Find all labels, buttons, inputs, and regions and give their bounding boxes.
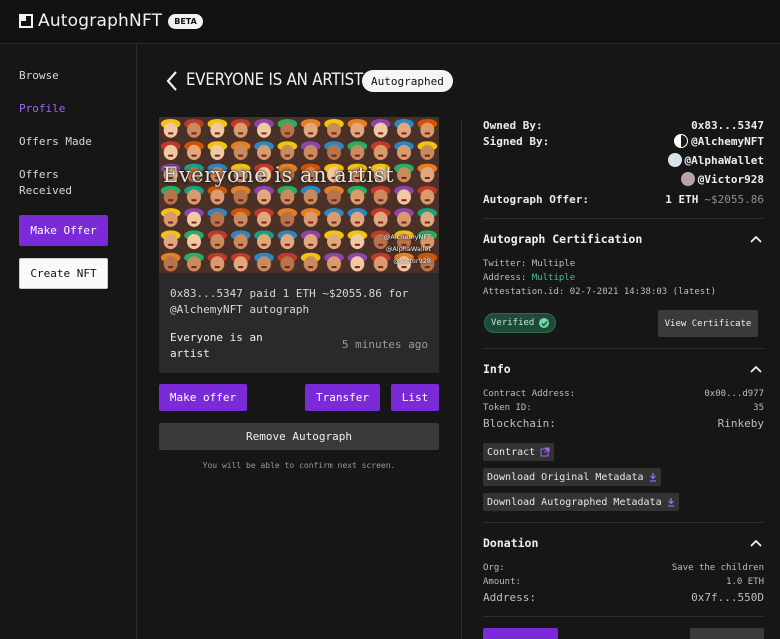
page-title: EVERYONE IS AN ARTIST — [186, 70, 363, 90]
contract-link[interactable]: Contract — [483, 443, 555, 461]
check-icon — [539, 318, 550, 328]
alchemy-avatar-icon — [674, 134, 689, 148]
nft-name: Everyone is an artist — [170, 330, 290, 362]
nft-artwork: Everyone is an artist @AlchemyNFT @Alpha… — [159, 117, 439, 273]
artwork-signature: @Victor928 — [393, 257, 431, 265]
sidebar-item-offers-received[interactable]: Offers Received — [19, 167, 72, 199]
sale-description: 0x83...5347 paid 1 ETH ~$2055.86 for @Al… — [170, 286, 430, 318]
sidebar-item-label: Offers — [19, 168, 59, 181]
make-offer-button[interactable]: Make Offer — [19, 215, 108, 246]
donation-address-value: 0x7f...550D — [691, 591, 764, 604]
signer-name: @AlphaWallet — [684, 153, 764, 167]
owned-by-label: Owned By: — [483, 119, 543, 132]
alphawallet-avatar-icon — [667, 153, 682, 167]
twitter-value: Multiple — [531, 259, 576, 269]
list-button[interactable]: List — [391, 384, 439, 411]
download-autographed-metadata[interactable]: Download Autographed Metadata — [483, 493, 679, 511]
sidebar-item-profile[interactable]: Profile — [19, 101, 65, 117]
nft-card[interactable]: Everyone is an artist @AlchemyNFT @Alpha… — [159, 117, 439, 373]
address-label: Address: — [483, 273, 527, 283]
donation-address-label: Address: — [483, 591, 536, 604]
address-row: Address: Multiple — [483, 273, 575, 283]
panel-divider — [461, 118, 462, 639]
signer-name: @AlchemyNFT — [691, 134, 764, 148]
address-value: Multiple — [531, 273, 576, 283]
transfer-button[interactable]: Transfer — [305, 384, 380, 411]
sidebar-item-browse[interactable]: Browse — [19, 68, 59, 84]
view-certificate-button[interactable]: View Certificate — [658, 310, 758, 337]
chevron-up-icon[interactable] — [750, 365, 762, 373]
confirm-note: You will be able to confirm next screen. — [202, 461, 396, 470]
signer-name: @Victor928 — [697, 172, 764, 186]
amount-value: 1.0 ETH — [726, 577, 764, 587]
divider — [483, 218, 764, 219]
timestamp: 5 minutes ago — [341, 338, 428, 351]
info-title[interactable]: Info — [483, 362, 511, 376]
chevron-up-icon[interactable] — [750, 235, 762, 243]
signer-alphawallet[interactable]: @AlphaWallet — [667, 153, 764, 167]
twitter-row: Twitter: Multiple — [483, 259, 575, 269]
back-chevron-icon[interactable] — [166, 70, 178, 92]
artwork-signature: @AlchemyNFT — [383, 233, 431, 241]
signed-by-label: Signed By: — [483, 135, 550, 148]
sidebar-item-label: Received — [19, 184, 72, 197]
logo-icon — [19, 14, 33, 28]
token-id-label: Token ID: — [483, 403, 532, 413]
beta-badge: BETA — [168, 13, 203, 29]
sidebar: Browse Profile Offers Made Offers Receiv… — [0, 45, 137, 639]
blockchain-label: Blockchain: — [483, 417, 556, 430]
download-original-label: Download Original Metadata — [487, 471, 644, 483]
partial-action-button[interactable] — [483, 628, 558, 639]
app-name: AutographNFT — [38, 11, 163, 31]
download-original-metadata[interactable]: Download Original Metadata — [483, 468, 661, 486]
divider — [483, 522, 764, 523]
logo[interactable]: AutographNFT BETA — [19, 11, 203, 31]
partial-secondary-button[interactable] — [690, 628, 764, 639]
verified-badge: Verified — [484, 313, 557, 333]
download-autographed-label: Download Autographed Metadata — [487, 496, 662, 508]
nft-name-line: Everyone is an — [170, 331, 263, 344]
sidebar-item-offers-made[interactable]: Offers Made — [19, 134, 92, 150]
offer-eth: 1 ETH — [665, 193, 699, 206]
divider — [483, 616, 764, 617]
certification-title[interactable]: Autograph Certification — [483, 232, 642, 246]
twitter-label: Twitter: — [483, 259, 527, 269]
sale-description-line: 0x83...5347 paid 1 ETH ~$2055.86 for — [170, 287, 409, 300]
contract-link-label: Contract — [487, 446, 536, 458]
autograph-offer-label: Autograph Offer: — [483, 193, 589, 206]
donation-title[interactable]: Donation — [483, 536, 538, 550]
signer-alchemy[interactable]: @AlchemyNFT — [674, 134, 764, 148]
victor-avatar-icon — [680, 172, 695, 186]
attestation-id: Attestation.id: 02-7-2021 14:38:03 (late… — [483, 287, 716, 297]
status-badge: Autographed — [362, 70, 453, 92]
download-icon — [667, 497, 675, 507]
amount-label: Amount: — [483, 577, 521, 587]
top-header: AutographNFT BETA — [0, 0, 780, 44]
create-nft-button[interactable]: Create NFT — [19, 258, 108, 289]
signer-victor[interactable]: @Victor928 — [680, 172, 764, 186]
artwork-title: Everyone is an artist — [163, 163, 395, 187]
offer-usd: ~$2055.86 — [704, 193, 764, 206]
remove-autograph-button[interactable]: Remove Autograph — [159, 423, 439, 450]
org-value: Save the children — [671, 563, 764, 573]
blockchain-value: Rinkeby — [717, 417, 764, 430]
token-id-value: 35 — [753, 403, 764, 413]
sale-description-line: @AlchemyNFT autograph — [170, 303, 310, 316]
contract-address-value: 0x00...d977 — [704, 389, 764, 399]
verified-label: Verified — [491, 318, 535, 328]
artwork-signature: @AlphaWallet — [385, 245, 431, 253]
owned-by-value[interactable]: 0x83...5347 — [691, 119, 764, 132]
make-offer-button[interactable]: Make offer — [159, 384, 247, 411]
nft-name-line: artist — [170, 347, 210, 360]
download-icon — [649, 472, 657, 482]
external-link-icon — [540, 447, 550, 457]
autograph-offer-value: 1 ETH ~$2055.86 — [665, 193, 764, 206]
divider — [483, 348, 764, 349]
contract-address-label: Contract Address: — [483, 389, 576, 399]
chevron-up-icon[interactable] — [750, 539, 762, 547]
org-label: Org: — [483, 563, 505, 573]
